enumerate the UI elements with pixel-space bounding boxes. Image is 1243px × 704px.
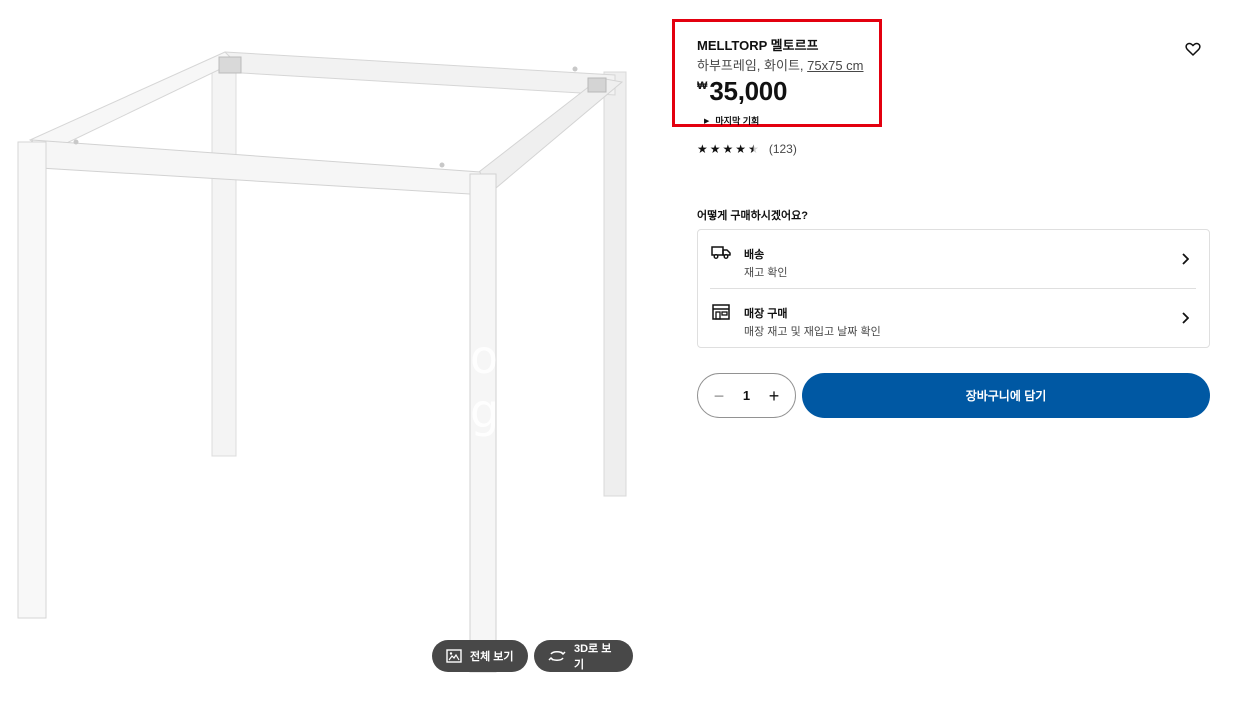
- chevron-right-icon: [1182, 312, 1189, 324]
- full-view-button[interactable]: 전체 보기: [432, 640, 528, 672]
- full-view-label: 전체 보기: [470, 651, 514, 663]
- increase-quantity-button[interactable]: +: [765, 387, 783, 405]
- last-chance-badge: ▶ 마지막 기회: [704, 114, 759, 127]
- decrease-quantity-button[interactable]: −: [710, 387, 728, 405]
- purchase-options: 배송 재고 확인 매장 구매 매장 재고 및 재입고 날짜 확인: [697, 229, 1210, 348]
- view-3d-button[interactable]: 3D로 보기: [534, 640, 633, 672]
- store-icon: [712, 304, 730, 320]
- heart-icon[interactable]: [1185, 41, 1201, 57]
- add-to-cart-button[interactable]: 장바구니에 담기: [802, 373, 1210, 418]
- store-title: 매장 구매: [744, 308, 788, 320]
- rotate-3d-icon: [548, 651, 566, 661]
- product-size-link[interactable]: 75x75 cm: [807, 58, 863, 73]
- delivery-title: 배송: [744, 249, 765, 261]
- product-rating[interactable]: ★ ★ ★ ★ ★ (123): [697, 142, 797, 156]
- store-subtitle: 매장 재고 및 재입고 날짜 확인: [744, 326, 881, 338]
- delivery-subtitle: 재고 확인: [744, 267, 788, 279]
- currency-symbol: ₩: [697, 80, 708, 92]
- divider: [710, 288, 1196, 289]
- triangle-icon: ▶: [704, 117, 710, 125]
- product-price: ₩ 35,000: [697, 76, 787, 107]
- image-watermark: o g: [470, 330, 560, 438]
- add-to-cart-label: 장바구니에 담기: [965, 389, 1047, 403]
- purchase-heading: 어떻게 구매하시겠어요?: [697, 210, 808, 222]
- price-amount: 35,000: [709, 76, 788, 106]
- quantity-stepper: − 1 +: [697, 373, 796, 418]
- star-icon: ★: [722, 142, 734, 156]
- product-description: 하부프레임, 화이트, 75x75 cm: [697, 55, 864, 74]
- product-name: MELLTORP 멜토르프: [697, 38, 819, 53]
- truck-icon: [711, 246, 731, 259]
- chevron-right-icon: [1182, 253, 1189, 265]
- image-gallery-icon: [446, 649, 462, 663]
- product-description-text: 하부프레임, 화이트,: [697, 58, 808, 73]
- delivery-option[interactable]: 배송 재고 확인: [698, 230, 1209, 288]
- quantity-value[interactable]: 1: [743, 388, 750, 403]
- star-icon: ★: [697, 142, 708, 156]
- view-3d-label: 3D로 보기: [574, 643, 612, 671]
- star-icon: ★: [709, 142, 721, 156]
- product-image[interactable]: o g 전체 보기 3D로 보기: [0, 0, 660, 704]
- store-option[interactable]: 매장 구매 매장 재고 및 재입고 날짜 확인: [698, 288, 1209, 347]
- last-chance-label: 마지막 기회: [715, 116, 760, 126]
- star-icon: ★: [735, 142, 747, 156]
- half-star-icon: ★: [748, 142, 759, 156]
- rating-count: (123): [768, 142, 797, 156]
